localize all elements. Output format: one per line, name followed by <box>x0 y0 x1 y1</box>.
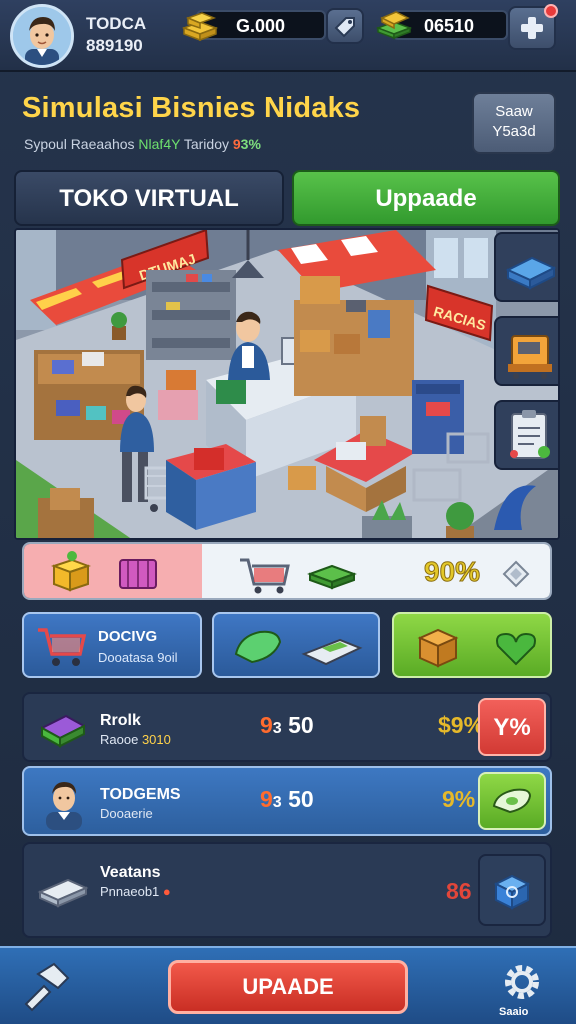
tab-toko-virtual[interactable]: TOKO VIRTUAL <box>14 170 284 226</box>
row-percent: 86 <box>446 878 472 904</box>
clipboard-icon <box>510 410 550 459</box>
money-stack-icon <box>375 11 413 40</box>
cash-bundle-icon <box>307 564 357 590</box>
hammer-icon[interactable] <box>18 960 74 1012</box>
row-subtitle: Dooaerie <box>100 806 153 821</box>
row-upgrade-button[interactable]: Y% <box>478 698 546 756</box>
settings-label: Saaio <box>499 1006 529 1018</box>
bottom-bar: UPAADE Saaio <box>0 946 576 1024</box>
player-portrait-icon <box>13 7 71 65</box>
subtitle-part-b: Nlaf4Y <box>138 136 181 152</box>
tab-upgrade[interactable]: Uppaade <box>292 170 560 226</box>
subtitle-part-a: Sypoul Raeaahos <box>24 136 135 152</box>
banknote-icon <box>234 630 282 664</box>
cash-icons <box>234 630 363 666</box>
isometric-store-illustration: DTUMAJ RACIAS <box>16 230 558 538</box>
row-sub-text: Pnnaeob1 <box>100 884 160 899</box>
progress-strip: 90% <box>22 542 552 600</box>
save-button[interactable]: Saaw Y5a3d <box>472 92 556 154</box>
side-slot-2[interactable] <box>494 316 558 386</box>
row-title: TODGEMS <box>100 786 181 803</box>
strip-right-panel <box>202 544 550 598</box>
upgrade-row-2: TODGEMS Dooaerie 93 50 9% <box>22 766 552 836</box>
green-category-icons <box>417 628 536 668</box>
cost-pin-icon: 9 <box>260 712 273 738</box>
row-sub-a: Raooe <box>100 732 139 747</box>
row-title: Rrolk <box>100 712 141 729</box>
progress-percent: 90% <box>423 556 481 588</box>
row-percent: 9% <box>442 786 476 812</box>
gift-box-icon <box>51 551 91 592</box>
category-docivg-button[interactable]: DOCIVG Dooatasa 9oil <box>22 612 202 678</box>
cost-pin-icon: 9 <box>260 786 273 812</box>
cash-shop-button[interactable] <box>326 8 364 44</box>
strip-right-icons <box>240 558 530 594</box>
page-subtitle: Sypoul Raeaahos Nlaf4Y Taridoy 93% <box>24 136 261 152</box>
top-bar: TODCA 889190 G.000 06510 <box>0 0 576 72</box>
heart-icon <box>496 632 536 666</box>
cash-note-icon <box>492 788 532 814</box>
subtitle-part-e: 3% <box>240 136 261 152</box>
cost-value: 50 <box>288 712 314 738</box>
page-title: Simulasi Bisnies Nidaks <box>22 92 361 124</box>
category-green-button[interactable] <box>392 612 552 678</box>
strip-left-icons <box>51 551 157 592</box>
cost-suffix: 3 <box>272 794 282 811</box>
gems-value: 06510 <box>424 16 475 36</box>
row-subtitle: Raooe 3010 <box>100 732 171 747</box>
upgrade-row-3: Veatans Pnnaeob1 ● 86 <box>22 842 552 938</box>
side-slot-1[interactable] <box>494 232 558 302</box>
gear-box-icon <box>493 874 531 910</box>
save-label-1: Saaw <box>495 103 533 120</box>
cash-register-icon <box>508 335 552 379</box>
row-sub-b: 3010 <box>141 732 171 747</box>
upgrade-button[interactable]: UPAADE <box>168 960 408 1014</box>
player-avatar[interactable] <box>10 4 74 68</box>
row-title: Veatans <box>100 864 161 881</box>
category-cash-button[interactable] <box>212 612 380 678</box>
add-currency-button[interactable] <box>508 4 558 50</box>
category-label: DOCIVG <box>98 628 158 645</box>
category-sublabel: Dooatasa 9oil <box>98 650 178 665</box>
subtitle-part-c: Taridoy <box>183 136 229 152</box>
alert-dot-icon: ● <box>162 884 171 899</box>
row-upgrade-button[interactable] <box>478 854 546 926</box>
money-tray-icon <box>301 638 363 666</box>
row-upgrade-button[interactable] <box>478 772 546 830</box>
side-slot-3[interactable] <box>494 400 558 470</box>
gold-bars-icon <box>181 12 219 42</box>
box-stack-icon <box>505 256 557 290</box>
save-label-2: Y5a3d <box>492 123 536 140</box>
store-scene[interactable]: DTUMAJ RACIAS <box>14 228 560 540</box>
gear-icon[interactable] <box>500 960 544 1004</box>
player-name: TODCA <box>86 14 147 33</box>
upgrade-row-1: Rrolk Raooe 3010 93 50 $9% Y% <box>22 692 552 762</box>
package-icon <box>417 628 459 668</box>
player-id: 889190 <box>86 36 143 55</box>
cash-value: G.000 <box>236 16 286 36</box>
cost-value: 50 <box>288 786 314 812</box>
book-icon <box>39 714 87 748</box>
basket-icon <box>119 559 157 589</box>
row-cost: 93 50 <box>260 786 314 813</box>
row-cost: 93 50 <box>260 712 314 739</box>
diamond-icon <box>502 560 530 588</box>
subtitle-part-d: 9 <box>232 136 241 152</box>
tag-icon <box>334 17 355 38</box>
cash-tray-icon <box>37 878 89 908</box>
cost-suffix: 3 <box>272 720 282 737</box>
notification-dot <box>544 4 558 18</box>
row-subtitle: Pnnaeob1 ● <box>100 884 171 899</box>
staff-portrait-icon <box>46 782 82 830</box>
strip-left-panel <box>24 544 202 598</box>
cart-icon <box>240 558 290 594</box>
cart-icon <box>38 628 87 666</box>
